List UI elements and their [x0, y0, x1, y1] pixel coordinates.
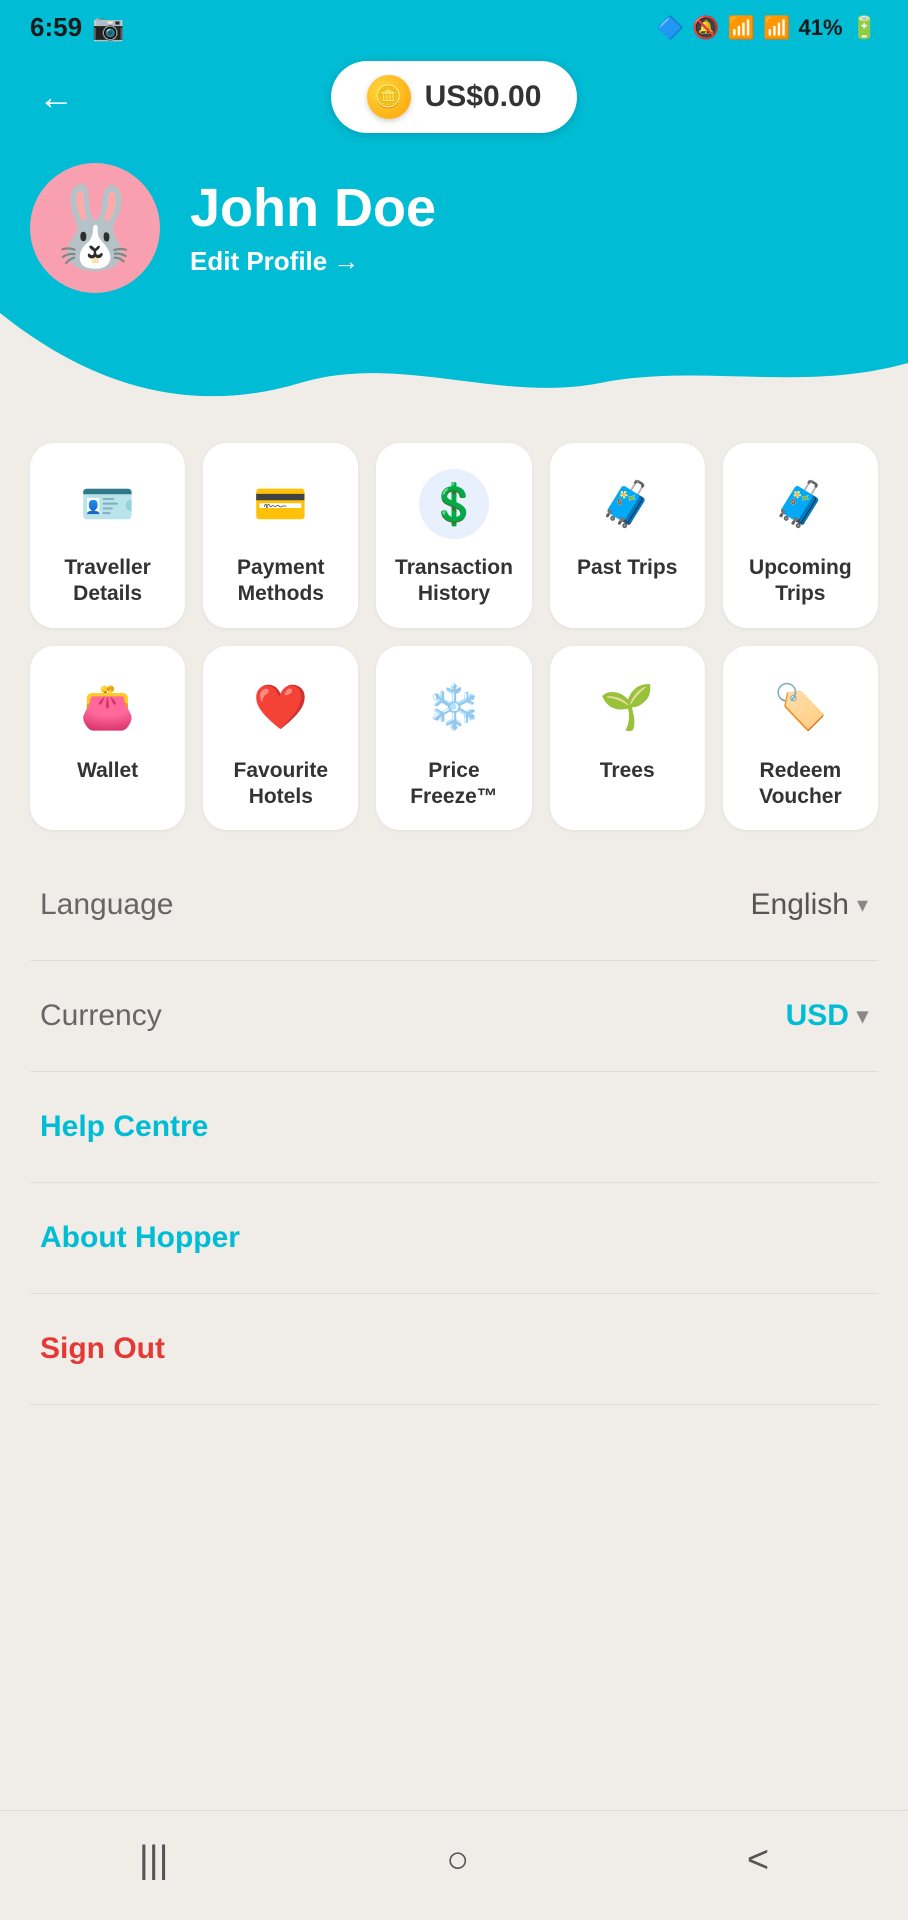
upcoming-trips-icon: 🧳	[765, 469, 835, 539]
currency-row[interactable]: Currency USD ▾	[30, 961, 878, 1072]
menu-grid-row2: 👛 Wallet ❤️ Favourite Hotels ❄️ Price Fr…	[30, 646, 878, 831]
content-area: 🪪 Traveller Details 💳 Payment Methods 💲 …	[0, 413, 908, 1405]
mute-icon: 🔕	[692, 15, 719, 41]
back-nav-button[interactable]: <	[717, 1831, 799, 1890]
coin-icon: 🪙	[367, 75, 411, 119]
camera-icon: 📷	[92, 12, 124, 43]
bottom-nav: ||| ○ <	[0, 1810, 908, 1920]
menu-item-upcoming-trips[interactable]: 🧳 Upcoming Trips	[723, 443, 878, 628]
about-hopper-row[interactable]: About Hopper	[30, 1183, 878, 1294]
home-button[interactable]: ○	[416, 1831, 499, 1890]
menu-item-past-trips[interactable]: 🧳 Past Trips	[550, 443, 705, 628]
menu-item-trees[interactable]: 🌱 Trees	[550, 646, 705, 831]
menu-item-payment-methods[interactable]: 💳 Payment Methods	[203, 443, 358, 628]
payment-methods-label: Payment Methods	[215, 555, 346, 608]
avatar: 🐰	[30, 163, 160, 293]
help-centre-row[interactable]: Help Centre	[30, 1072, 878, 1183]
balance-pill: 🪙 US$0.00	[331, 61, 578, 133]
language-value-container: English ▾	[751, 888, 868, 922]
header-top: ← 🪙 US$0.00	[30, 61, 878, 133]
redeem-voucher-icon: 🏷️	[765, 672, 835, 742]
past-trips-icon: 🧳	[592, 469, 662, 539]
wifi-icon: 📶	[728, 15, 755, 41]
sign-out-link: Sign Out	[40, 1332, 165, 1365]
sign-out-row[interactable]: Sign Out	[30, 1294, 878, 1405]
signal-icon: 📶	[763, 15, 790, 41]
menu-item-transaction-history[interactable]: 💲 Transaction History	[376, 443, 531, 628]
traveller-details-icon: 🪪	[73, 469, 143, 539]
currency-value: USD	[786, 999, 849, 1033]
status-bar: 6:59 📷 🔷 🔕 📶 📶 41% 🔋	[0, 0, 908, 51]
currency-chevron-down-icon: ▾	[857, 1003, 868, 1029]
menu-item-favourite-hotels[interactable]: ❤️ Favourite Hotels	[203, 646, 358, 831]
upcoming-trips-label: Upcoming Trips	[735, 555, 866, 608]
language-label: Language	[40, 888, 173, 922]
edit-profile-link[interactable]: Edit Profile→	[190, 246, 436, 277]
menu-grid-row1: 🪪 Traveller Details 💳 Payment Methods 💲 …	[30, 443, 878, 628]
trees-label: Trees	[600, 758, 655, 784]
profile-section: 🐰 John Doe Edit Profile→	[30, 163, 878, 293]
favourite-hotels-icon: ❤️	[246, 672, 316, 742]
language-row[interactable]: Language English ▾	[30, 850, 878, 961]
currency-label: Currency	[40, 999, 162, 1033]
bluetooth-icon: 🔷	[657, 15, 684, 41]
battery-text: 41%	[799, 15, 843, 41]
language-value: English	[751, 888, 849, 922]
status-right: 🔷 🔕 📶 📶 41% 🔋	[657, 15, 878, 41]
help-centre-link: Help Centre	[40, 1110, 208, 1143]
avatar-image: 🐰	[45, 188, 145, 268]
menu-item-traveller-details[interactable]: 🪪 Traveller Details	[30, 443, 185, 628]
wave-divider	[0, 313, 908, 413]
past-trips-label: Past Trips	[577, 555, 677, 581]
profile-name: John Doe	[190, 179, 436, 238]
back-button[interactable]: ←	[30, 68, 82, 126]
status-time: 6:59	[30, 12, 82, 43]
wallet-icon: 👛	[73, 672, 143, 742]
price-freeze-label: Price Freeze™	[388, 758, 519, 811]
about-hopper-link: About Hopper	[40, 1221, 240, 1254]
transaction-history-label: Transaction History	[388, 555, 519, 608]
menu-item-price-freeze[interactable]: ❄️ Price Freeze™	[376, 646, 531, 831]
balance-text: US$0.00	[425, 80, 542, 114]
wallet-label: Wallet	[77, 758, 138, 784]
settings-list: Language English ▾ Currency USD ▾ Help C…	[30, 850, 878, 1405]
status-left: 6:59 📷	[30, 12, 124, 43]
chevron-down-icon: ▾	[857, 892, 868, 918]
payment-methods-icon: 💳	[246, 469, 316, 539]
traveller-details-label: Traveller Details	[42, 555, 173, 608]
favourite-hotels-label: Favourite Hotels	[215, 758, 346, 811]
trees-icon: 🌱	[592, 672, 662, 742]
redeem-voucher-label: Redeem Voucher	[735, 758, 866, 811]
recent-apps-button[interactable]: |||	[109, 1831, 199, 1890]
battery-icon: 🔋	[851, 15, 878, 41]
price-freeze-icon: ❄️	[419, 672, 489, 742]
menu-item-redeem-voucher[interactable]: 🏷️ Redeem Voucher	[723, 646, 878, 831]
transaction-history-icon: 💲	[419, 469, 489, 539]
currency-value-container: USD ▾	[786, 999, 868, 1033]
menu-item-wallet[interactable]: 👛 Wallet	[30, 646, 185, 831]
profile-info: John Doe Edit Profile→	[190, 179, 436, 277]
